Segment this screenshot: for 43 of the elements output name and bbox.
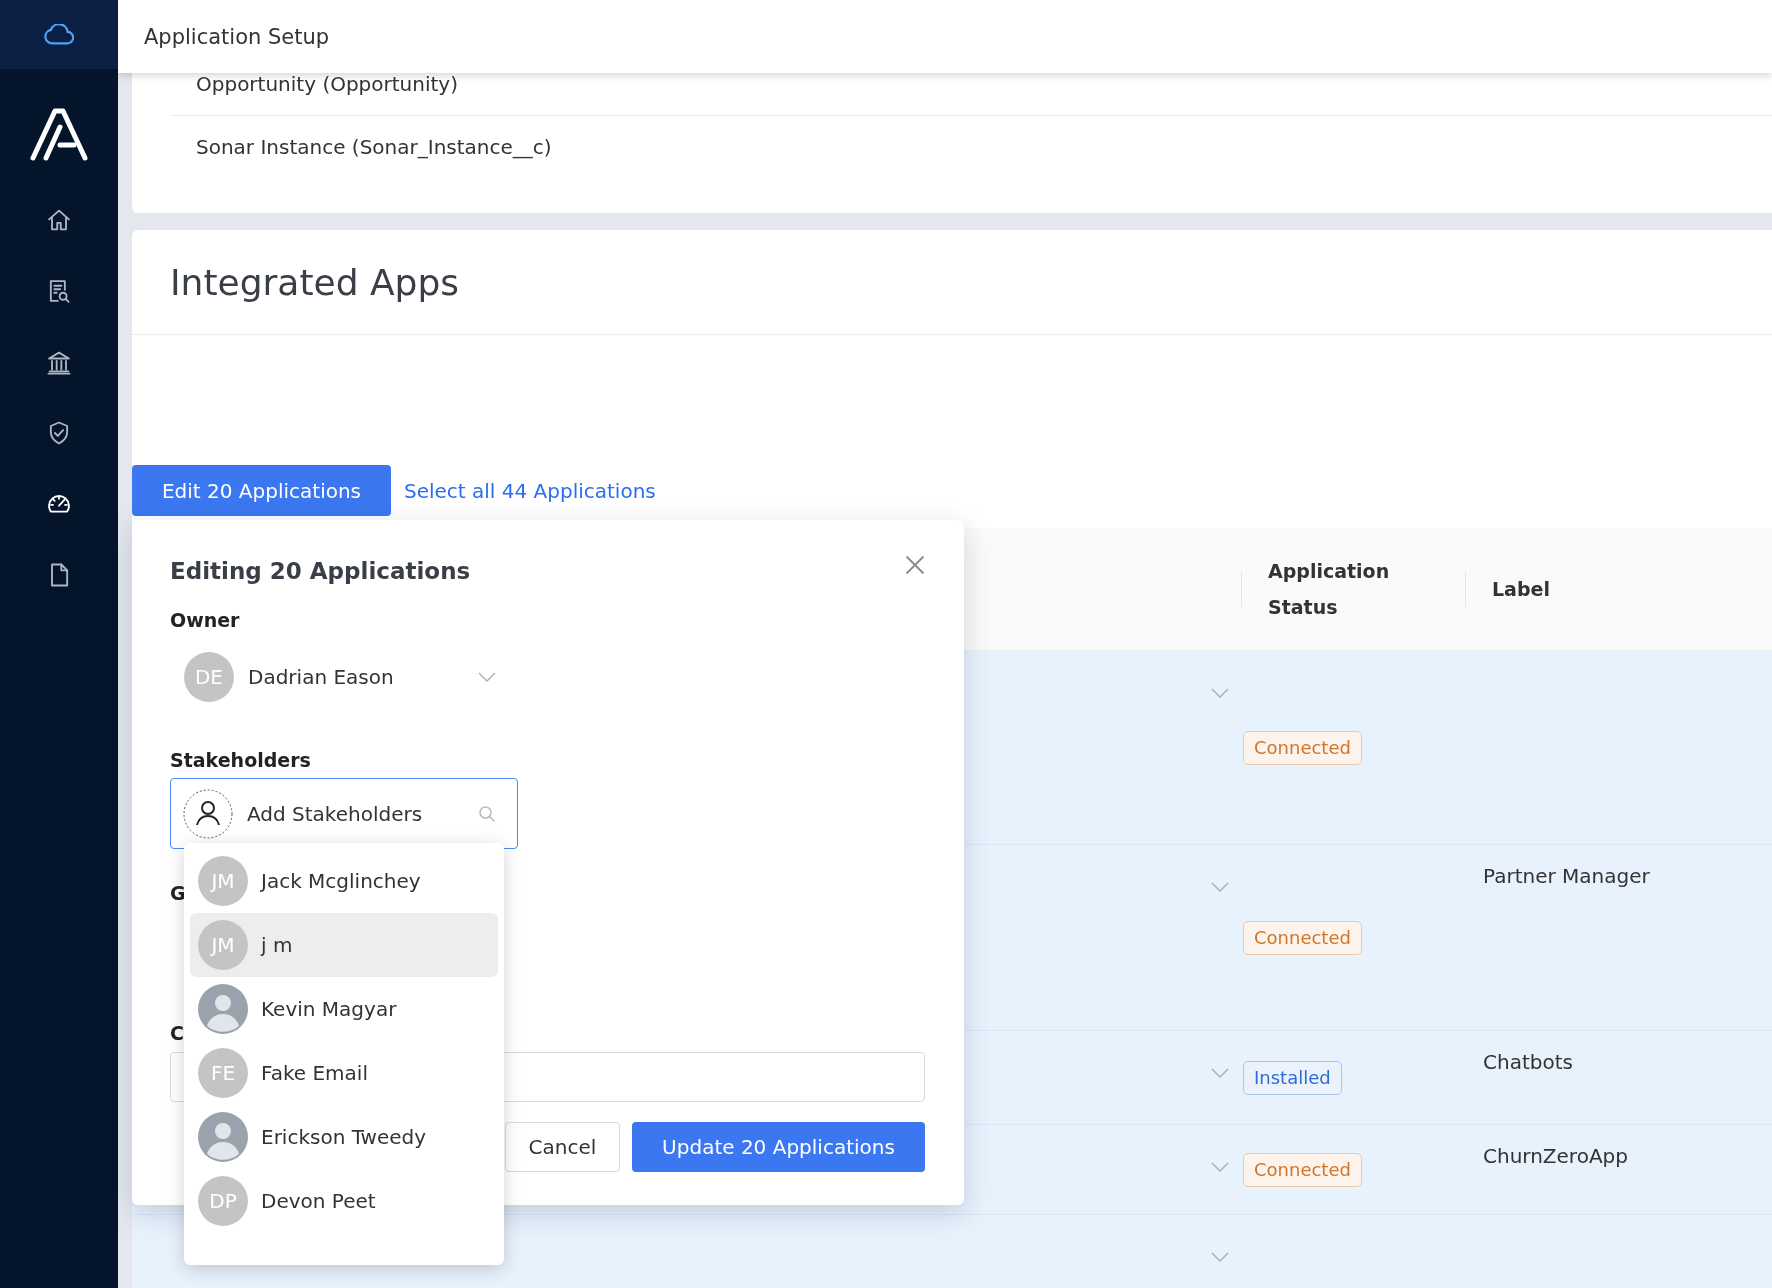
dialog-title: Editing 20 Applications (170, 557, 471, 586)
object-row-text: Opportunity (Opportunity) (196, 72, 458, 96)
cloud-icon[interactable] (44, 23, 74, 46)
object-row-text: Sonar Instance (Sonar_Instance__c) (196, 134, 552, 159)
edit-applications-button[interactable]: Edit 20 Applications (132, 465, 391, 516)
search-icon[interactable] (478, 804, 496, 823)
avatar-initials: DP (198, 1176, 248, 1226)
cancel-button[interactable]: Cancel (505, 1122, 620, 1172)
stakeholders-input[interactable]: Add Stakeholders (247, 801, 464, 826)
section-title: Integrated Apps (170, 261, 460, 303)
avatar-initials: JM (198, 920, 248, 970)
page-title: Application Setup (144, 24, 330, 49)
avatar-initials: JM (198, 856, 248, 906)
avatar-initials: FE (198, 1048, 248, 1098)
logo-icon[interactable] (30, 107, 88, 161)
stakeholder-option[interactable]: JM j m (190, 913, 498, 977)
field-label: Owner (170, 608, 240, 633)
select-all-link[interactable]: Select all 44 Applications (404, 478, 656, 503)
avatar-initials: DE (184, 652, 234, 702)
chevron-down-icon[interactable] (1211, 1252, 1229, 1262)
column-header: Application Status (1268, 559, 1391, 620)
status-badge: Connected (1243, 730, 1362, 765)
chevron-down-icon[interactable] (478, 672, 496, 682)
chevron-down-icon[interactable] (1211, 882, 1229, 892)
avatar-silhouette-icon (198, 1112, 248, 1162)
table-cell: Partner Manager (1483, 864, 1650, 888)
status-badge: Connected (1243, 1152, 1362, 1187)
chevron-down-icon[interactable] (1211, 1068, 1229, 1078)
person-icon (183, 788, 233, 839)
status-badge: Connected (1243, 920, 1362, 955)
chevron-down-icon[interactable] (1211, 688, 1229, 698)
field-label: C (170, 1021, 184, 1046)
close-icon[interactable] (905, 555, 925, 575)
update-button[interactable]: Update 20 Applications (632, 1122, 925, 1172)
owner-select[interactable]: DE Dadrian Eason (184, 652, 496, 702)
table-cell: Chatbots (1483, 1050, 1573, 1074)
field-label: G (170, 881, 186, 906)
column-header: Label (1492, 577, 1551, 602)
field-label: Stakeholders (170, 748, 311, 773)
avatar-silhouette-icon (198, 984, 248, 1034)
table-cell: ChurnZeroApp (1483, 1144, 1628, 1168)
chevron-down-icon[interactable] (1211, 1162, 1229, 1172)
status-badge: Installed (1243, 1060, 1342, 1095)
